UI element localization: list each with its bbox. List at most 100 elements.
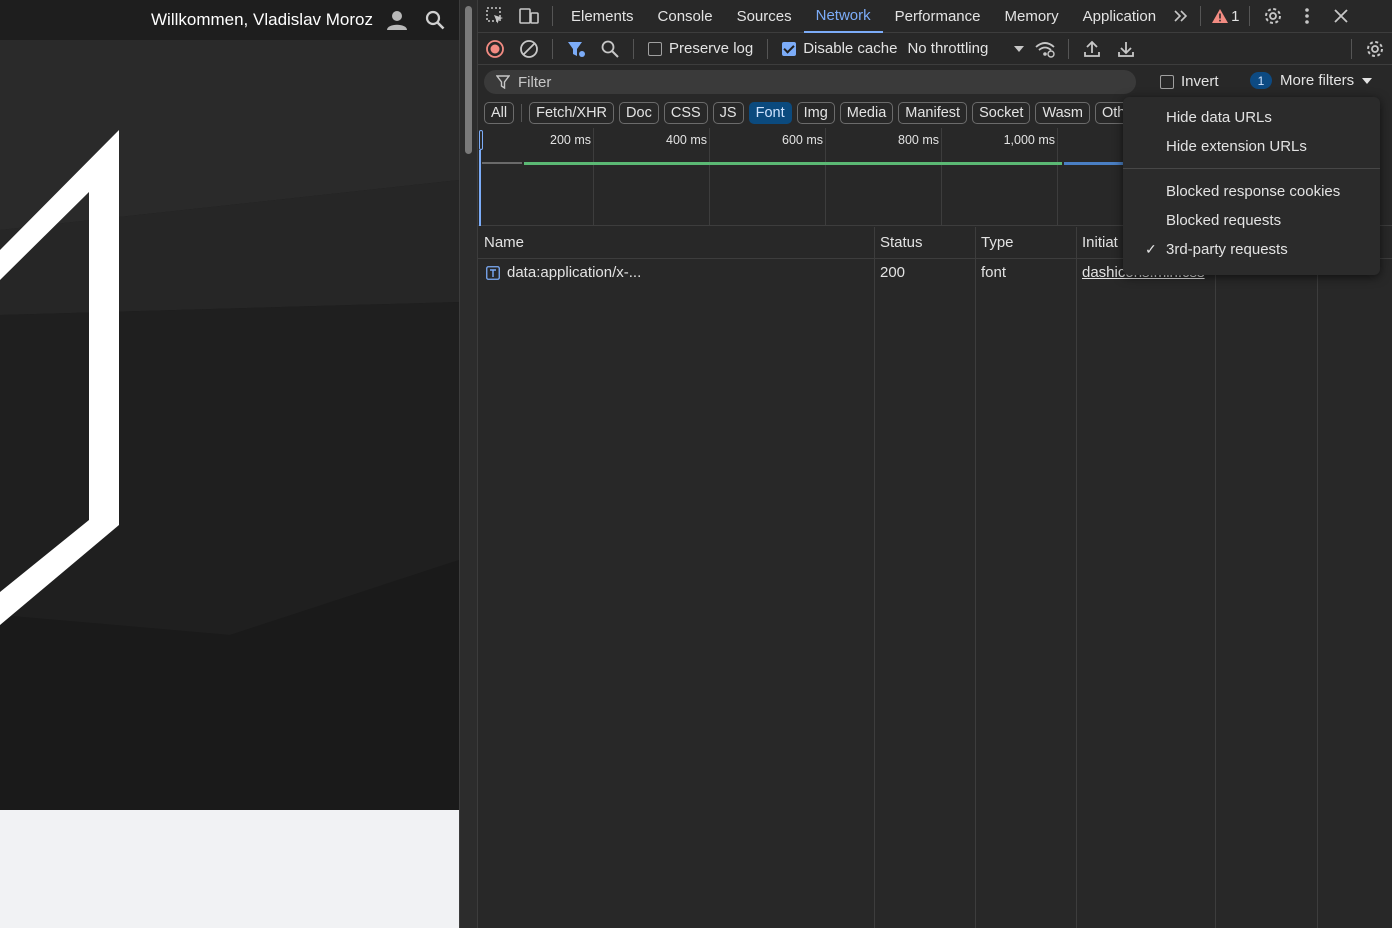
- disable-cache-checkbox[interactable]: Disable cache: [782, 40, 897, 57]
- page-footer: [0, 810, 459, 928]
- timeline-tick-label: 200 ms: [550, 133, 591, 147]
- more-filters-count: 1: [1250, 72, 1272, 89]
- timeline-gridline: [941, 128, 942, 226]
- menu-item-blocked-response-cookies[interactable]: Blocked response cookies: [1123, 177, 1380, 206]
- tab-divider: [552, 6, 553, 26]
- kebab-menu-icon[interactable]: [1290, 0, 1324, 33]
- timeline-gridline: [1057, 128, 1058, 226]
- column-divider: [1317, 227, 1318, 928]
- timeline-gridline: [593, 128, 594, 226]
- warning-count: 1: [1231, 7, 1240, 25]
- type-chip-socket[interactable]: Socket: [972, 102, 1031, 124]
- menu-item-3rd-party-requests[interactable]: ✓ 3rd-party requests: [1123, 235, 1380, 264]
- chevron-down-icon: [1362, 77, 1373, 84]
- column-divider: [1215, 227, 1216, 928]
- preserve-log-checkbox[interactable]: Preserve log: [648, 40, 753, 57]
- stop-recording-icon[interactable]: [478, 33, 512, 65]
- type-chip-css[interactable]: CSS: [663, 102, 708, 124]
- type-chip-fetch-xhr[interactable]: Fetch/XHR: [529, 102, 615, 124]
- menu-item-hide-extension-urls[interactable]: Hide extension URLs: [1123, 132, 1380, 161]
- tab-application[interactable]: Application: [1071, 0, 1168, 33]
- tab-network[interactable]: Network: [803, 0, 883, 33]
- menu-item-label: 3rd-party requests: [1166, 241, 1288, 258]
- menu-item-blocked-requests[interactable]: Blocked requests: [1123, 206, 1380, 235]
- tab-divider: [1249, 6, 1251, 26]
- chevron-down-icon: [1014, 45, 1025, 52]
- inspect-element-icon[interactable]: [478, 0, 512, 33]
- search-icon[interactable]: [593, 33, 627, 65]
- more-tabs-icon[interactable]: [1168, 0, 1194, 33]
- timeline-download-bar: [524, 162, 1062, 165]
- type-chip-js[interactable]: JS: [712, 102, 744, 124]
- disable-cache-box[interactable]: [782, 41, 797, 56]
- network-toolbar: Preserve log Disable cache No throttling: [478, 33, 1392, 65]
- type-chip-img[interactable]: Img: [796, 102, 835, 124]
- tab-sources[interactable]: Sources: [725, 0, 804, 33]
- close-icon[interactable]: [1324, 0, 1358, 33]
- tab-elements[interactable]: Elements: [559, 0, 646, 33]
- warning-icon: [1212, 9, 1229, 23]
- type-chip-font[interactable]: Font: [748, 102, 792, 124]
- funnel-icon: [496, 75, 510, 89]
- search-icon[interactable]: [421, 6, 449, 34]
- scrollbar-thumb[interactable]: [465, 6, 472, 154]
- request-type: font: [981, 264, 1007, 281]
- toolbar-divider: [552, 38, 553, 59]
- user-icon[interactable]: [383, 6, 411, 34]
- preserve-log-label: Preserve log: [669, 40, 754, 57]
- menu-item-label: Hide extension URLs: [1166, 138, 1307, 155]
- throttling-value: No throttling: [907, 40, 989, 57]
- toolbar-divider: [767, 38, 769, 59]
- more-filters-button[interactable]: 1 More filters: [1250, 72, 1373, 89]
- settings-icon[interactable]: [1256, 0, 1290, 33]
- preserve-log-box[interactable]: [648, 41, 662, 56]
- welcome-text: Willkommen, Vladislav Moroz: [151, 10, 373, 29]
- type-chip-doc[interactable]: Doc: [619, 102, 659, 124]
- col-header-type[interactable]: Type: [975, 227, 1076, 259]
- filter-placeholder: Filter: [518, 73, 552, 91]
- column-divider: [1076, 227, 1077, 928]
- request-status: 200: [880, 264, 906, 281]
- menu-item-label: Hide data URLs: [1166, 109, 1272, 126]
- col-header-name[interactable]: Name: [478, 227, 874, 259]
- timeline-tick-label: 400 ms: [666, 133, 707, 147]
- hero-area: [0, 40, 459, 810]
- devtools-tabbar: Elements Console Sources Network Perform…: [478, 0, 1392, 33]
- col-header-initiator[interactable]: Initiat: [1076, 227, 1124, 259]
- export-har-icon[interactable]: [1109, 33, 1143, 65]
- import-har-icon[interactable]: [1075, 33, 1109, 65]
- toolbar-divider: [1068, 38, 1070, 59]
- filter-input[interactable]: Filter: [484, 70, 1136, 94]
- disable-cache-label: Disable cache: [803, 40, 898, 57]
- more-filters-menu: Hide data URLs Hide extension URLs Block…: [1123, 97, 1380, 275]
- invert-checkbox[interactable]: Invert: [1160, 73, 1219, 90]
- more-filters-label: More filters: [1280, 72, 1355, 89]
- column-divider: [975, 227, 976, 928]
- font-file-icon: [486, 266, 500, 280]
- timeline-tick-label: 800 ms: [898, 133, 939, 147]
- throttling-select[interactable]: No throttling: [907, 40, 1025, 57]
- devtools-splitter[interactable]: [459, 0, 478, 928]
- toolbar-divider: [633, 38, 634, 59]
- type-chip-media[interactable]: Media: [839, 102, 894, 124]
- filter-icon[interactable]: [559, 33, 593, 65]
- warnings-button[interactable]: 1: [1207, 8, 1243, 25]
- col-header-status[interactable]: Status: [874, 227, 975, 259]
- type-chip-all[interactable]: All: [484, 102, 515, 124]
- device-toolbar-icon[interactable]: [512, 0, 546, 33]
- menu-item-hide-data-urls[interactable]: Hide data URLs: [1123, 103, 1380, 132]
- network-conditions-icon[interactable]: [1028, 33, 1062, 65]
- type-chip-manifest[interactable]: Manifest: [898, 102, 968, 124]
- network-settings-icon[interactable]: [1358, 33, 1392, 65]
- tab-memory[interactable]: Memory: [993, 0, 1071, 33]
- invert-box[interactable]: [1160, 74, 1174, 89]
- clear-icon[interactable]: [512, 33, 546, 65]
- menu-item-label: Blocked requests: [1166, 212, 1282, 229]
- menu-separator: [1123, 168, 1380, 169]
- tab-performance[interactable]: Performance: [883, 0, 993, 33]
- timeline-gridline: [709, 128, 710, 226]
- type-chip-wasm[interactable]: Wasm: [1035, 102, 1090, 124]
- timeline-left-handle[interactable]: [479, 130, 483, 150]
- tab-console[interactable]: Console: [646, 0, 725, 33]
- invert-label: Invert: [1181, 73, 1219, 90]
